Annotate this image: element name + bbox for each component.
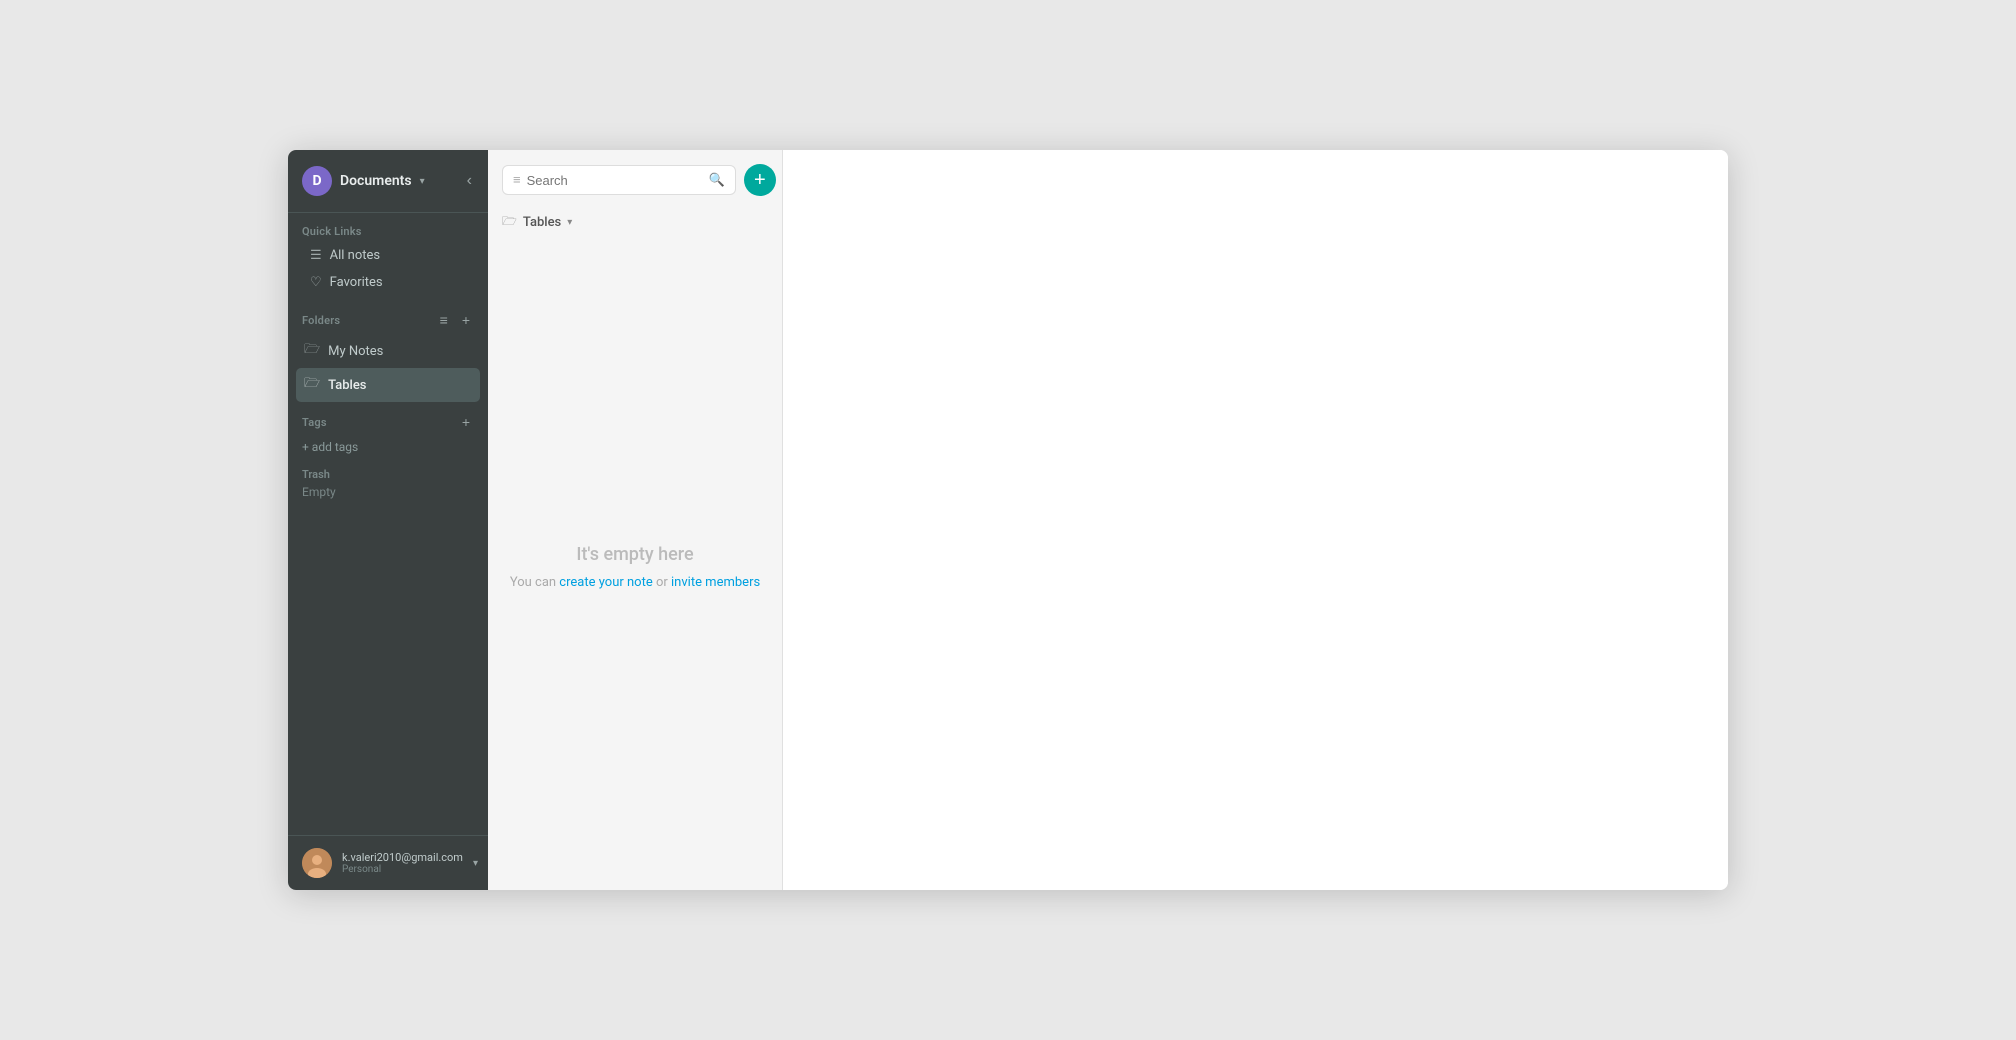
- user-chevron-icon: ▾: [473, 858, 478, 869]
- search-icon: 🔍: [709, 173, 725, 188]
- trash-label: Trash: [288, 458, 488, 483]
- folder-chevron-icon: ▾: [567, 217, 572, 228]
- notes-list-panel: ≡ 🔍 + 🗁 Tables ▾ It's empty here You can…: [488, 150, 783, 890]
- quick-links-label: Quick Links: [302, 225, 474, 238]
- folder-icon: 🗁: [304, 340, 320, 362]
- empty-title: It's empty here: [576, 544, 693, 565]
- invite-members-link[interactable]: invite members: [671, 575, 760, 590]
- quick-links-section: Quick Links ☰ All notes ♡ Favorites: [288, 213, 488, 300]
- sidebar-header: D Documents ▾ ‹: [288, 150, 488, 213]
- user-avatar: [302, 848, 332, 878]
- add-folder-button[interactable]: +: [458, 310, 474, 330]
- sort-folders-button[interactable]: ≡: [436, 310, 452, 330]
- filter-icon: ≡: [513, 172, 521, 188]
- empty-prefix: You can: [510, 575, 559, 590]
- my-notes-label: My Notes: [328, 344, 383, 359]
- sidebar-item-my-notes[interactable]: 🗁 My Notes: [296, 334, 480, 368]
- add-note-button[interactable]: +: [744, 164, 776, 196]
- workspace-name: Documents: [340, 173, 412, 189]
- workspace-avatar: D: [302, 166, 332, 196]
- user-plan: Personal: [342, 864, 463, 875]
- folders-section-header: Folders ≡ +: [288, 300, 488, 334]
- heart-icon: ♡: [310, 275, 322, 290]
- trash-empty-button[interactable]: Empty: [288, 483, 488, 505]
- notes-icon: ☰: [310, 248, 322, 263]
- collapse-sidebar-button[interactable]: ‹: [465, 170, 474, 192]
- sidebar-item-favorites[interactable]: ♡ Favorites: [302, 269, 474, 296]
- add-tags-item[interactable]: + add tags: [294, 436, 482, 458]
- search-input[interactable]: [527, 173, 703, 188]
- tags-section-header: Tags +: [288, 402, 488, 436]
- current-folder-name: Tables: [523, 215, 561, 230]
- user-info: k.valeri2010@gmail.com Personal: [342, 851, 463, 875]
- workspace-selector[interactable]: D Documents ▾: [302, 166, 425, 196]
- sidebar-item-all-notes[interactable]: ☰ All notes: [302, 242, 474, 269]
- main-content: [783, 150, 1728, 890]
- folder-small-icon: 🗁: [502, 212, 517, 233]
- search-bar[interactable]: ≡ 🔍: [502, 165, 736, 195]
- all-notes-label: All notes: [330, 248, 380, 263]
- tags-label: Tags: [302, 416, 327, 429]
- sidebar-item-tables[interactable]: 🗁 Tables: [296, 368, 480, 402]
- favorites-label: Favorites: [330, 275, 383, 290]
- add-tag-button[interactable]: +: [458, 412, 474, 432]
- app-window: D Documents ▾ ‹ Quick Links ☰ All notes …: [288, 150, 1728, 890]
- notes-folder-header: 🗁 Tables ▾: [488, 206, 782, 243]
- folders-label: Folders: [302, 314, 340, 327]
- user-email: k.valeri2010@gmail.com: [342, 851, 463, 864]
- workspace-chevron-icon: ▾: [420, 176, 425, 187]
- folder-icon: 🗁: [304, 374, 320, 396]
- empty-or: or: [653, 575, 671, 590]
- notes-empty-state: It's empty here You can create your note…: [488, 243, 782, 890]
- empty-subtitle: You can create your note or invite membe…: [510, 575, 760, 590]
- tables-label: Tables: [328, 378, 366, 393]
- notes-list-header: ≡ 🔍 +: [488, 150, 782, 206]
- user-profile[interactable]: k.valeri2010@gmail.com Personal ▾: [288, 835, 488, 890]
- sidebar: D Documents ▾ ‹ Quick Links ☰ All notes …: [288, 150, 488, 890]
- create-note-link[interactable]: create your note: [559, 575, 652, 590]
